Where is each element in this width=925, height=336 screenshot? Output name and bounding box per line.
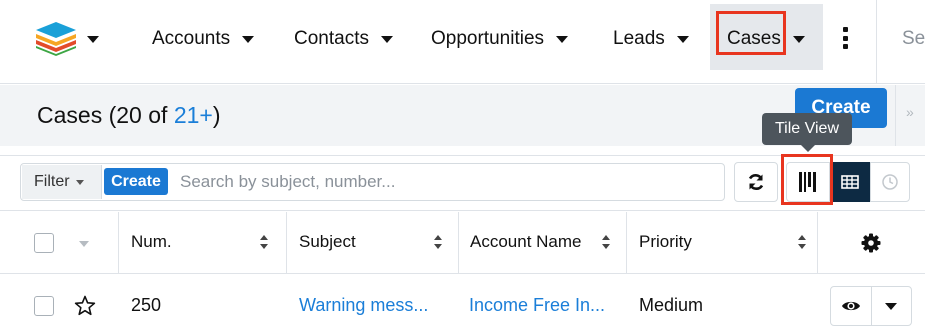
star-icon[interactable] <box>74 295 96 316</box>
column-divider <box>286 212 287 274</box>
tooltip-arrow <box>801 145 815 152</box>
select-all-checkbox[interactable] <box>34 233 54 253</box>
tile-view-tooltip: Tile View <box>762 113 852 145</box>
sort-icon[interactable] <box>797 234 807 250</box>
sort-icon[interactable] <box>433 234 443 250</box>
record-count-prefix: (20 of <box>108 102 174 128</box>
caret-down-icon[interactable] <box>792 35 805 43</box>
column-header-num[interactable]: Num. <box>131 232 172 252</box>
list-view-icon <box>841 175 859 189</box>
tile-view-highlight-box <box>781 154 833 205</box>
global-search-placeholder: Se <box>902 28 925 49</box>
more-vertical-icon[interactable] <box>842 27 848 49</box>
global-search-input[interactable]: Se <box>902 24 925 54</box>
eye-icon[interactable] <box>841 298 861 314</box>
column-divider <box>817 212 818 274</box>
filter-dropdown[interactable]: Filter <box>22 165 102 199</box>
nav-item-leads-label: Leads <box>613 28 665 49</box>
page-title-text: Cases <box>37 102 103 128</box>
refresh-icon <box>748 174 764 190</box>
page-title: Cases (20 of 21+) <box>37 102 221 129</box>
caret-down-icon <box>75 179 84 185</box>
column-header-priority[interactable]: Priority <box>639 232 692 252</box>
cell-account-link[interactable]: Income Free In... <box>469 295 605 316</box>
nav-item-opportunities-label: Opportunities <box>431 28 545 49</box>
gear-icon[interactable] <box>861 233 881 253</box>
nav-item-leads[interactable]: Leads <box>613 24 689 54</box>
nav-divider <box>876 0 877 84</box>
refresh-button[interactable] <box>734 162 778 202</box>
list-view-button[interactable] <box>830 162 870 202</box>
caret-down-icon[interactable] <box>242 35 255 43</box>
cases-highlight-box <box>716 11 786 55</box>
nav-item-contacts[interactable]: Contacts <box>294 24 393 54</box>
caret-down-icon[interactable] <box>676 35 689 43</box>
cell-num: 250 <box>131 295 162 315</box>
search-input[interactable] <box>180 168 710 196</box>
caret-down-icon[interactable] <box>885 303 897 310</box>
logo-caret-down-icon[interactable] <box>87 36 99 43</box>
row-actions-divider <box>871 287 872 325</box>
filter-dropdown-label: Filter <box>34 173 70 190</box>
double-chevron-right-icon[interactable]: » <box>906 104 914 120</box>
row-checkbox[interactable] <box>34 296 54 316</box>
activity-stream-button[interactable] <box>870 162 910 202</box>
sort-icon[interactable] <box>259 234 269 250</box>
filter-create-button[interactable]: Create <box>104 168 168 195</box>
row-actions-group <box>830 286 912 326</box>
record-count-link[interactable]: 21+ <box>174 102 213 128</box>
app-logo-icon[interactable] <box>36 22 76 56</box>
nav-item-accounts[interactable]: Accounts <box>152 24 255 54</box>
cell-subject-link[interactable]: Warning mess... <box>299 295 428 316</box>
column-divider <box>626 212 627 274</box>
record-count-suffix: ) <box>212 102 221 128</box>
cell-priority: Medium <box>639 295 704 315</box>
sort-icon[interactable] <box>601 234 611 250</box>
column-header-subject[interactable]: Subject <box>299 232 356 252</box>
nav-item-accounts-label: Accounts <box>152 28 231 49</box>
nav-item-contacts-label: Contacts <box>294 28 369 49</box>
column-divider <box>458 212 459 274</box>
column-header-account-name[interactable]: Account Name <box>470 232 582 252</box>
caret-down-icon[interactable] <box>556 35 569 43</box>
caret-down-icon[interactable] <box>380 35 393 43</box>
caret-down-icon[interactable] <box>79 241 89 247</box>
column-divider <box>118 212 119 274</box>
nav-item-opportunities[interactable]: Opportunities <box>431 24 569 54</box>
history-clock-icon <box>882 174 898 190</box>
